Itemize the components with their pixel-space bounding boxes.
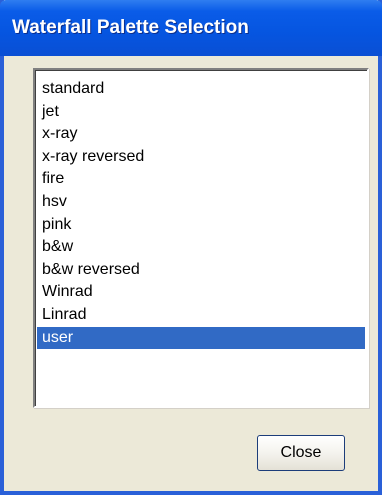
list-item-x-ray[interactable]: x-ray bbox=[37, 123, 365, 146]
list-item-bw-reversed[interactable]: b&w reversed bbox=[37, 259, 365, 282]
title-bar[interactable]: Waterfall Palette Selection bbox=[0, 0, 382, 56]
list-item-winrad[interactable]: Winrad bbox=[37, 281, 365, 304]
list-item-user[interactable]: user bbox=[37, 326, 365, 350]
list-item-bw[interactable]: b&w bbox=[37, 236, 365, 259]
list-item-standard[interactable]: standard bbox=[37, 78, 365, 101]
palette-dialog: Waterfall Palette Selection standard jet… bbox=[0, 0, 382, 495]
list-item-fire[interactable]: fire bbox=[37, 168, 365, 191]
window-title: Waterfall Palette Selection bbox=[12, 17, 249, 38]
list-item-pink[interactable]: pink bbox=[37, 214, 365, 237]
list-item-jet[interactable]: jet bbox=[37, 101, 365, 124]
close-button[interactable]: Close bbox=[257, 435, 345, 471]
palette-items: standard jet x-ray x-ray reversed fire h… bbox=[37, 78, 365, 350]
list-item-linrad[interactable]: Linrad bbox=[37, 304, 365, 327]
list-item-hsv[interactable]: hsv bbox=[37, 191, 365, 214]
list-item-x-ray-reversed[interactable]: x-ray reversed bbox=[37, 146, 365, 169]
palette-listbox[interactable]: standard jet x-ray x-ray reversed fire h… bbox=[33, 68, 369, 408]
